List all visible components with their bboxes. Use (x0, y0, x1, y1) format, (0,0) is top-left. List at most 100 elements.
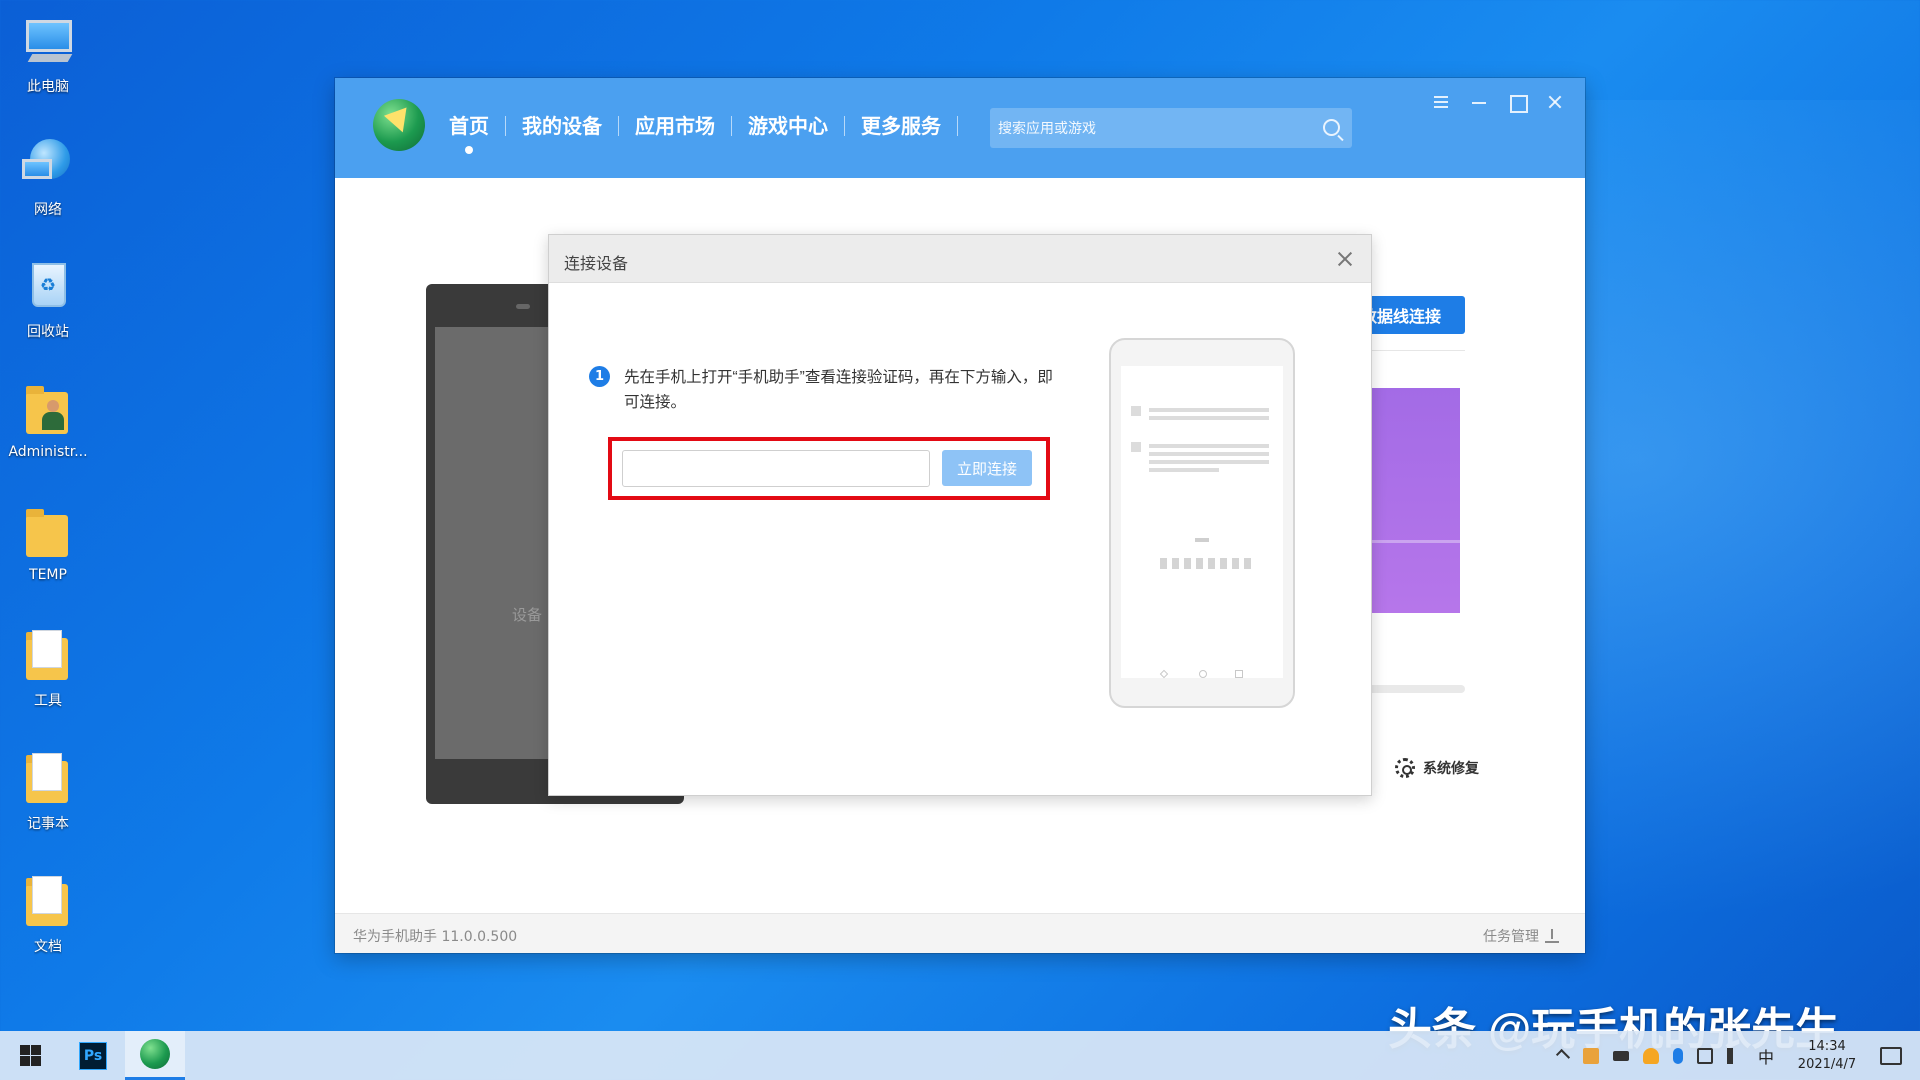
instruction-text: 先在手机上打开“手机助手”查看连接验证码，再在下方输入，即可连接。 (624, 369, 1053, 411)
illus-dot (1131, 406, 1141, 416)
verification-code-input[interactable] (622, 450, 930, 487)
user-folder-icon (20, 382, 76, 438)
task-manager-link[interactable]: 任务管理 (1483, 926, 1559, 946)
phone-illustration (1109, 338, 1295, 708)
folder-tray-icon[interactable] (1582, 1047, 1599, 1064)
clock[interactable]: 14:34 2021/4/7 (1782, 1038, 1872, 1074)
step-number-badge: 1 (589, 366, 610, 387)
folder-icon (20, 505, 76, 561)
search-box (990, 108, 1352, 148)
desktop-icon-temp[interactable]: TEMP (4, 497, 92, 597)
illus-pin-digit (1232, 558, 1239, 569)
illus-line (1149, 460, 1269, 464)
illus-pin-digit (1172, 558, 1179, 569)
nav-app-market[interactable]: 应用市场 (619, 108, 731, 144)
network-tray-icon[interactable] (1696, 1047, 1713, 1064)
search-icon[interactable] (1323, 119, 1340, 136)
dialog-header: 连接设备 (549, 235, 1371, 283)
illus-pin-digit (1208, 558, 1215, 569)
desktop-icon-label: 此电脑 (27, 79, 69, 95)
folder-icon (20, 751, 76, 807)
close-window-icon[interactable] (1543, 90, 1567, 114)
desktop-icon-label: 记事本 (27, 816, 69, 832)
connect-device-dialog: 连接设备 1 先在手机上打开“手机助手”查看连接验证码，再在下方输入，即可连接。… (548, 234, 1372, 796)
notification-icon[interactable] (1880, 1046, 1902, 1065)
desktop-icon-label: 文档 (34, 939, 62, 955)
home-icon (1199, 670, 1207, 678)
desktop-icon-this-pc[interactable]: 此电脑 (4, 6, 92, 106)
illus-line (1149, 452, 1269, 456)
minimize-icon[interactable] (1467, 90, 1491, 114)
download-icon (1545, 929, 1559, 943)
photoshop-icon: Ps (79, 1041, 107, 1070)
desktop-icon-notepad[interactable]: 记事本 (4, 743, 92, 843)
version-label: 华为手机助手 11.0.0.500 (353, 929, 518, 945)
folder-icon (20, 628, 76, 684)
nav-home[interactable]: 首页 (433, 108, 505, 154)
search-input[interactable] (998, 108, 1308, 148)
system-repair-link[interactable]: 系统修复 (1395, 758, 1479, 778)
desktop-icon-network[interactable]: 网络 (4, 129, 92, 229)
desktop-icon-label: 网络 (34, 202, 62, 218)
illus-pin-digit (1244, 558, 1251, 569)
status-bar: 华为手机助手 11.0.0.500 任务管理 (335, 913, 1585, 953)
nav-my-devices[interactable]: 我的设备 (506, 108, 618, 144)
phone-illustration-screen (1121, 366, 1283, 678)
task-manager-label: 任务管理 (1483, 929, 1539, 945)
taskbar-app-photoshop[interactable]: Ps (63, 1031, 123, 1080)
desktop-icon-label: 回收站 (27, 324, 69, 340)
desktop-icon-label: TEMP (29, 567, 67, 583)
main-nav: 首页 我的设备 应用市场 游戏中心 更多服务 (433, 108, 958, 154)
ime-indicator[interactable]: 中 (1758, 1044, 1774, 1068)
taskbar: Ps 中 14:34 2021/4/7 (0, 1031, 1920, 1080)
illus-line (1149, 408, 1269, 412)
clock-time: 14:34 (1808, 1038, 1846, 1054)
battery-icon[interactable] (1612, 1050, 1629, 1061)
app-header: 首页 我的设备 应用市场 游戏中心 更多服务 (335, 78, 1585, 178)
network-icon (20, 137, 76, 193)
dialog-title: 连接设备 (564, 254, 629, 273)
maximize-icon[interactable] (1505, 90, 1529, 114)
nav-separator (957, 116, 958, 136)
illus-dash (1195, 538, 1209, 542)
gear-icon (1395, 758, 1415, 778)
security-icon[interactable] (1642, 1047, 1659, 1064)
system-tray: 中 14:34 2021/4/7 (1550, 1031, 1920, 1080)
document-folder-icon (20, 874, 76, 930)
computer-icon (20, 14, 76, 70)
window-controls (1429, 90, 1567, 114)
device-status-text: 设备 (512, 606, 543, 624)
nav-more-services[interactable]: 更多服务 (845, 108, 957, 144)
system-repair-label: 系统修复 (1423, 761, 1479, 777)
bluetooth-icon[interactable] (1672, 1047, 1683, 1064)
hisuite-icon (140, 1039, 170, 1069)
desktop-icon-tools[interactable]: 工具 (4, 620, 92, 720)
desktop-icon-label: Administr... (8, 444, 88, 460)
desktop-icon-recycle-bin[interactable]: ♻ 回收站 (4, 251, 92, 351)
close-icon[interactable] (1335, 249, 1355, 269)
illus-pin-digit (1184, 558, 1191, 569)
phone-speaker (516, 304, 530, 309)
windows-start-icon[interactable] (20, 1045, 41, 1066)
volume-icon[interactable] (1726, 1047, 1743, 1064)
desktop-icon-label: 工具 (34, 693, 62, 709)
nav-game-center[interactable]: 游戏中心 (732, 108, 844, 144)
illus-dot (1131, 442, 1141, 452)
illus-line (1149, 444, 1269, 448)
illus-line (1149, 468, 1219, 472)
recycle-bin-icon: ♻ (20, 259, 76, 315)
connect-now-button[interactable]: 立即连接 (942, 450, 1032, 486)
illus-pin-digit (1160, 558, 1167, 569)
illus-pin-digit (1220, 558, 1227, 569)
clock-date: 2021/4/7 (1797, 1056, 1857, 1072)
chevron-up-icon[interactable] (1555, 1048, 1571, 1063)
recents-icon (1235, 670, 1243, 678)
app-window: 首页 我的设备 应用市场 游戏中心 更多服务 设备 B数据线连接 (335, 78, 1585, 953)
taskbar-app-hisuite[interactable] (125, 1031, 185, 1080)
illus-pin-digit (1196, 558, 1203, 569)
desktop-icon-administrator[interactable]: Administr... (4, 374, 92, 474)
illus-line (1149, 416, 1269, 420)
menu-icon[interactable] (1429, 90, 1453, 114)
desktop-icon-documents[interactable]: 文档 (4, 866, 92, 966)
hisuite-logo-icon (373, 99, 425, 151)
